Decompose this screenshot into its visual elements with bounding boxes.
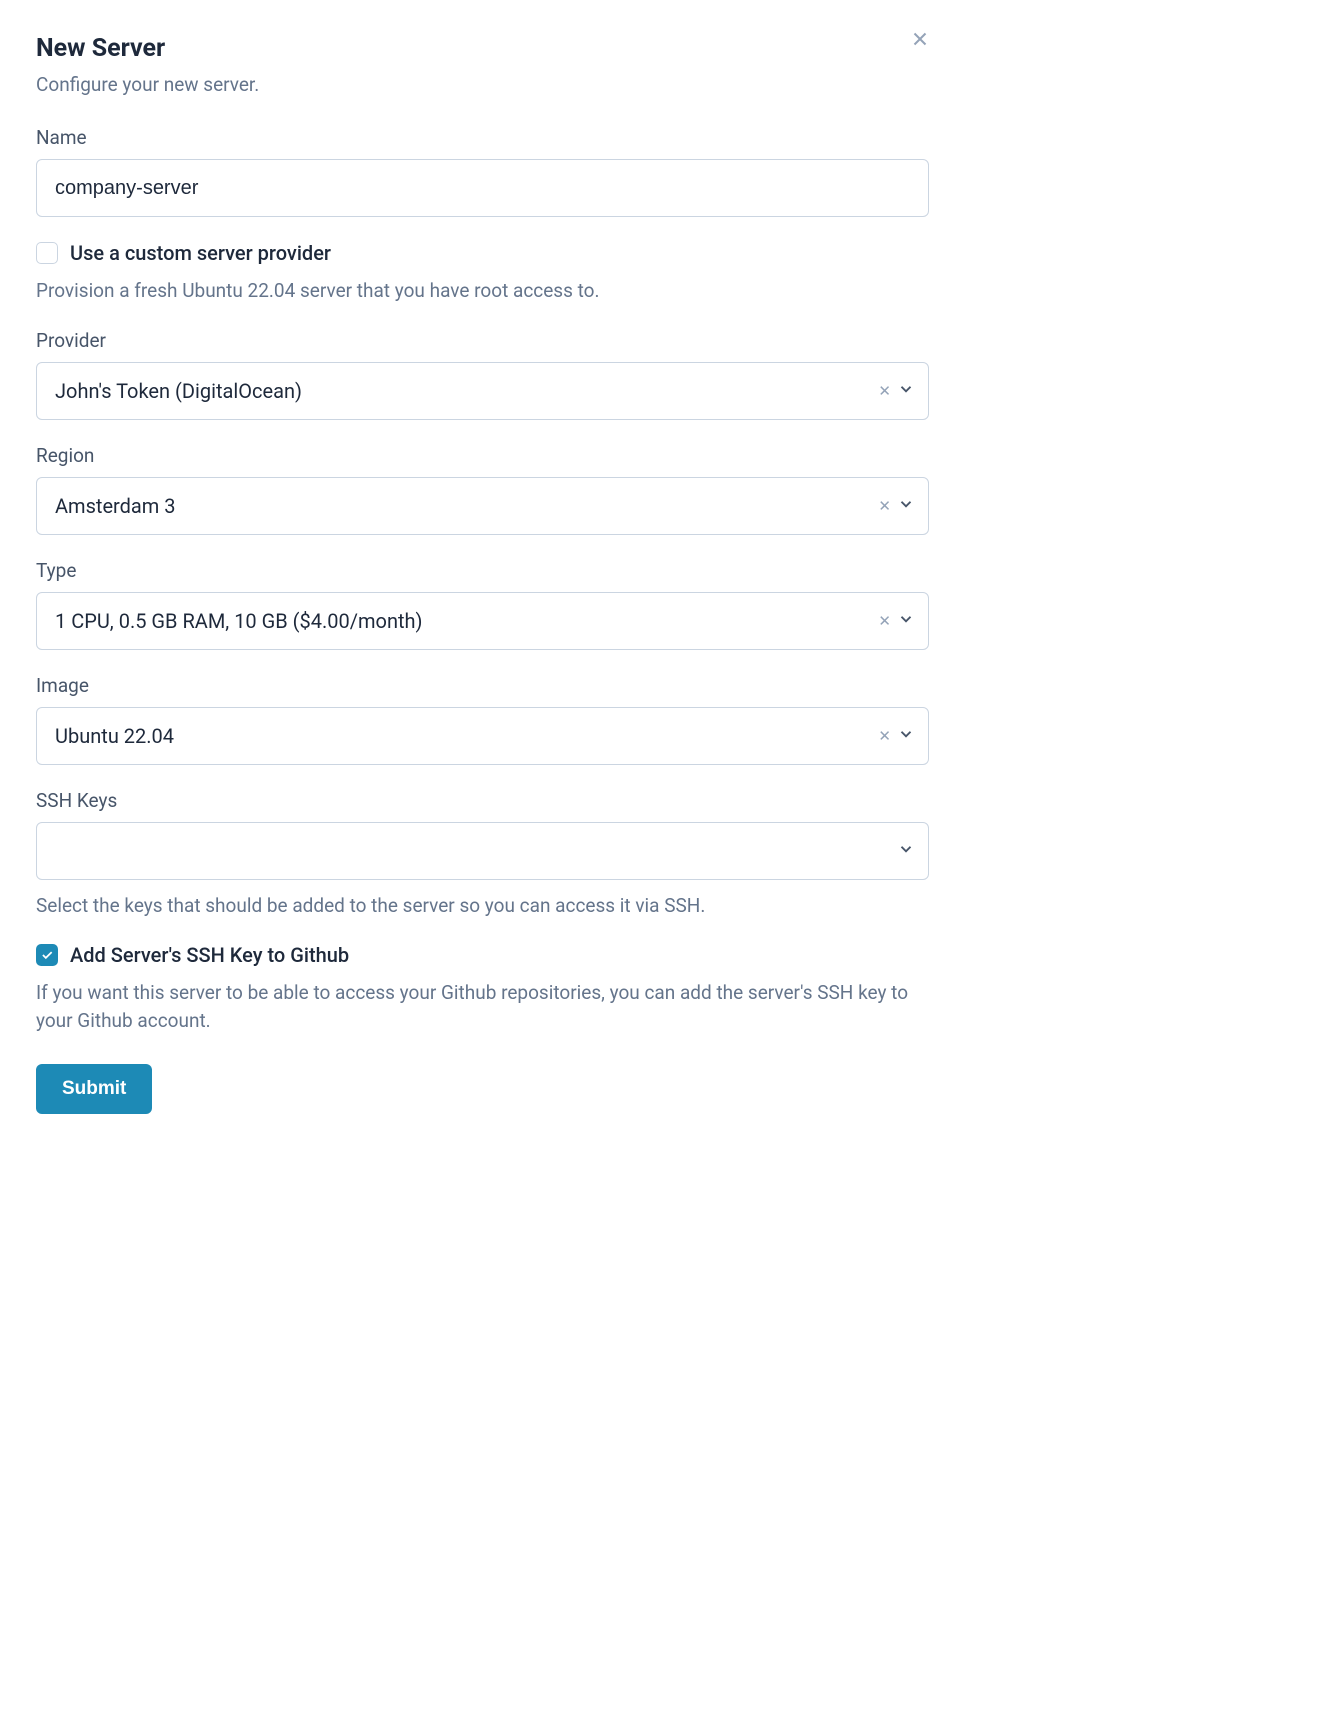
submit-button[interactable]: Submit bbox=[36, 1064, 152, 1114]
ssh-keys-select[interactable] bbox=[36, 822, 929, 880]
provider-select[interactable]: John's Token (DigitalOcean) bbox=[36, 362, 929, 420]
type-value: 1 CPU, 0.5 GB RAM, 10 GB ($4.00/month) bbox=[55, 609, 423, 633]
provider-clear-icon[interactable]: ✕ bbox=[876, 380, 893, 402]
type-group: Type 1 CPU, 0.5 GB RAM, 10 GB ($4.00/mon… bbox=[36, 559, 929, 650]
type-label: Type bbox=[36, 559, 929, 582]
check-icon bbox=[40, 948, 54, 962]
ssh-keys-help: Select the keys that should be added to … bbox=[36, 892, 929, 920]
name-input[interactable] bbox=[36, 159, 929, 217]
chevron-down-icon bbox=[897, 380, 915, 402]
region-clear-icon[interactable]: ✕ bbox=[876, 495, 893, 517]
image-value: Ubuntu 22.04 bbox=[55, 724, 174, 748]
chevron-down-icon bbox=[897, 840, 915, 862]
ssh-keys-group: SSH Keys bbox=[36, 789, 929, 880]
github-ssh-checkbox[interactable] bbox=[36, 944, 58, 966]
close-icon bbox=[909, 28, 931, 50]
github-ssh-row: Add Server's SSH Key to Github bbox=[36, 943, 929, 967]
name-group: Name bbox=[36, 126, 929, 217]
modal-title: New Server bbox=[36, 34, 929, 63]
region-select[interactable]: Amsterdam 3 bbox=[36, 477, 929, 535]
custom-provider-help: Provision a fresh Ubuntu 22.04 server th… bbox=[36, 277, 929, 305]
region-label: Region bbox=[36, 444, 929, 467]
provider-label: Provider bbox=[36, 329, 929, 352]
region-group: Region Amsterdam 3 ✕ bbox=[36, 444, 929, 535]
new-server-modal: New Server Configure your new server. Na… bbox=[36, 34, 929, 1114]
image-select[interactable]: Ubuntu 22.04 bbox=[36, 707, 929, 765]
image-group: Image Ubuntu 22.04 ✕ bbox=[36, 674, 929, 765]
type-clear-icon[interactable]: ✕ bbox=[876, 610, 893, 632]
provider-group: Provider John's Token (DigitalOcean) ✕ bbox=[36, 329, 929, 420]
chevron-down-icon bbox=[897, 725, 915, 747]
chevron-down-icon bbox=[897, 495, 915, 517]
github-ssh-label: Add Server's SSH Key to Github bbox=[70, 943, 349, 967]
chevron-down-icon bbox=[897, 610, 915, 632]
type-select[interactable]: 1 CPU, 0.5 GB RAM, 10 GB ($4.00/month) bbox=[36, 592, 929, 650]
close-button[interactable] bbox=[905, 24, 935, 54]
image-label: Image bbox=[36, 674, 929, 697]
image-clear-icon[interactable]: ✕ bbox=[876, 725, 893, 747]
provider-value: John's Token (DigitalOcean) bbox=[55, 379, 302, 403]
modal-subtitle: Configure your new server. bbox=[36, 73, 929, 96]
github-ssh-help: If you want this server to be able to ac… bbox=[36, 979, 929, 1034]
custom-provider-row: Use a custom server provider bbox=[36, 241, 929, 265]
custom-provider-label: Use a custom server provider bbox=[70, 241, 331, 265]
region-value: Amsterdam 3 bbox=[55, 494, 176, 518]
name-label: Name bbox=[36, 126, 929, 149]
custom-provider-checkbox[interactable] bbox=[36, 242, 58, 264]
ssh-keys-label: SSH Keys bbox=[36, 789, 929, 812]
